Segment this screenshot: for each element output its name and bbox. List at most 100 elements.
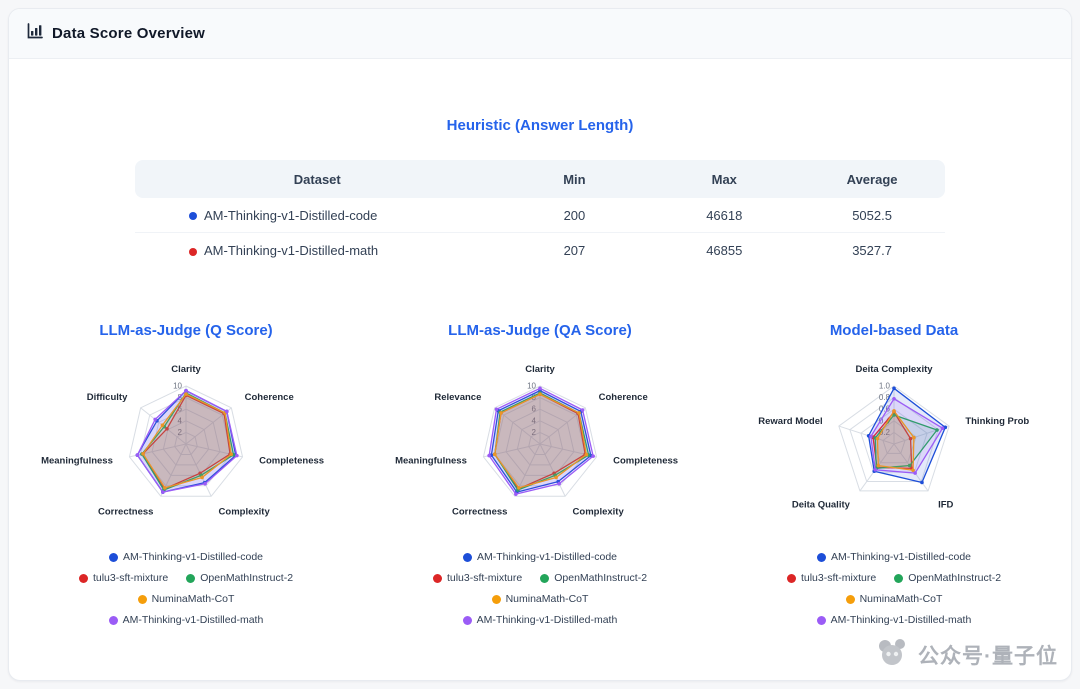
- legend-label: NuminaMath-CoT: [506, 593, 589, 605]
- table-row: AM-Thinking-v1-Distilled-math 207 46855 …: [135, 233, 945, 268]
- legend-dot: [540, 574, 549, 583]
- legend-item[interactable]: AM-Thinking-v1-Distilled-math: [463, 614, 618, 626]
- legend-label: AM-Thinking-v1-Distilled-math: [477, 614, 618, 626]
- svg-text:Coherence: Coherence: [245, 392, 294, 403]
- legend-dot: [463, 616, 472, 625]
- svg-text:Completeness: Completeness: [613, 456, 678, 467]
- legend-item[interactable]: AM-Thinking-v1-Distilled-code: [109, 551, 263, 563]
- legend-item[interactable]: OpenMathInstruct-2: [540, 572, 647, 584]
- model-based-title: Model-based Data: [830, 322, 958, 339]
- svg-text:Correctness: Correctness: [452, 507, 507, 518]
- average-value: 3527.7: [799, 233, 945, 268]
- bar-chart-icon: [27, 23, 43, 44]
- qa-score-title: LLM-as-Judge (QA Score): [448, 322, 632, 339]
- radar-q-score: 246810ClarityCoherenceCompletenessComple…: [16, 347, 356, 547]
- svg-text:Reward Model: Reward Model: [758, 416, 822, 427]
- average-value: 5052.5: [799, 198, 945, 233]
- column-header-average: Average: [799, 160, 945, 198]
- svg-text:Relevance: Relevance: [434, 392, 481, 403]
- svg-text:Completeness: Completeness: [259, 456, 324, 467]
- chart-legend: AM-Thinking-v1-Distilled-code tulu3-sft-…: [787, 551, 1001, 635]
- legend-label: OpenMathInstruct-2: [554, 572, 647, 584]
- svg-text:Meaningfulness: Meaningfulness: [41, 456, 113, 467]
- max-value: 46855: [649, 233, 799, 268]
- legend-dot: [894, 574, 903, 583]
- dataset-name: AM-Thinking-v1-Distilled-code: [204, 208, 377, 223]
- legend-dot: [817, 616, 826, 625]
- series-dot: [189, 212, 197, 220]
- svg-text:Thinking Prob: Thinking Prob: [965, 416, 1029, 427]
- svg-text:Correctness: Correctness: [98, 507, 153, 518]
- svg-text:Deita Quality: Deita Quality: [792, 500, 851, 511]
- table-row: AM-Thinking-v1-Distilled-code 200 46618 …: [135, 198, 945, 233]
- svg-text:10: 10: [173, 382, 182, 391]
- svg-text:IFD: IFD: [938, 500, 953, 511]
- svg-text:Deita Complexity: Deita Complexity: [855, 364, 933, 375]
- chart-model-based-section: Model-based Data 0.20.40.60.81.0Deita Co…: [717, 322, 1071, 635]
- legend-dot: [787, 574, 796, 583]
- svg-text:1.0: 1.0: [879, 382, 891, 391]
- legend-item[interactable]: tulu3-sft-mixture: [787, 572, 876, 584]
- legend-dot: [109, 616, 118, 625]
- svg-text:Clarity: Clarity: [171, 364, 201, 375]
- legend-item[interactable]: OpenMathInstruct-2: [894, 572, 1001, 584]
- legend-dot: [79, 574, 88, 583]
- legend-dot: [846, 595, 855, 604]
- table-header-row: Dataset Min Max Average: [135, 160, 945, 198]
- legend-item[interactable]: tulu3-sft-mixture: [79, 572, 168, 584]
- card-header: Data Score Overview: [9, 9, 1071, 59]
- series-dot: [189, 248, 197, 256]
- max-value: 46618: [649, 198, 799, 233]
- legend-label: AM-Thinking-v1-Distilled-math: [123, 614, 264, 626]
- charts-row: LLM-as-Judge (Q Score) 246810ClarityCohe…: [9, 322, 1071, 635]
- legend-dot: [433, 574, 442, 583]
- legend-label: NuminaMath-CoT: [860, 593, 943, 605]
- dataset-name: AM-Thinking-v1-Distilled-math: [204, 243, 378, 258]
- chart-legend: AM-Thinking-v1-Distilled-code tulu3-sft-…: [433, 551, 647, 635]
- radar-qa-score: 246810ClarityCoherenceCompletenessComple…: [370, 347, 710, 547]
- legend-dot: [463, 553, 472, 562]
- legend-item[interactable]: OpenMathInstruct-2: [186, 572, 293, 584]
- chart-q-score-section: LLM-as-Judge (Q Score) 246810ClarityCohe…: [9, 322, 363, 635]
- heuristic-section-title: Heuristic (Answer Length): [9, 59, 1071, 134]
- answer-length-table: Dataset Min Max Average AM-Thinking-v1-D…: [135, 160, 945, 268]
- legend-dot: [492, 595, 501, 604]
- dataset-cell: AM-Thinking-v1-Distilled-code: [135, 198, 500, 233]
- legend-item[interactable]: AM-Thinking-v1-Distilled-code: [817, 551, 971, 563]
- legend-label: AM-Thinking-v1-Distilled-code: [477, 551, 617, 563]
- legend-item[interactable]: AM-Thinking-v1-Distilled-code: [463, 551, 617, 563]
- column-header-max: Max: [649, 160, 799, 198]
- legend-label: NuminaMath-CoT: [152, 593, 235, 605]
- column-header-dataset: Dataset: [135, 160, 500, 198]
- legend-item[interactable]: AM-Thinking-v1-Distilled-math: [817, 614, 972, 626]
- chart-legend: AM-Thinking-v1-Distilled-code tulu3-sft-…: [79, 551, 293, 635]
- legend-label: tulu3-sft-mixture: [447, 572, 522, 584]
- legend-label: tulu3-sft-mixture: [801, 572, 876, 584]
- legend-item[interactable]: tulu3-sft-mixture: [433, 572, 522, 584]
- legend-label: tulu3-sft-mixture: [93, 572, 168, 584]
- svg-text:Complexity: Complexity: [573, 507, 625, 518]
- legend-item[interactable]: NuminaMath-CoT: [846, 593, 943, 605]
- data-score-card: Data Score Overview Heuristic (Answer Le…: [8, 8, 1072, 681]
- legend-label: OpenMathInstruct-2: [908, 572, 1001, 584]
- page-title: Data Score Overview: [52, 25, 205, 42]
- legend-item[interactable]: NuminaMath-CoT: [492, 593, 589, 605]
- svg-text:Complexity: Complexity: [219, 507, 271, 518]
- legend-item[interactable]: AM-Thinking-v1-Distilled-math: [109, 614, 264, 626]
- legend-item[interactable]: NuminaMath-CoT: [138, 593, 235, 605]
- svg-text:Clarity: Clarity: [525, 364, 555, 375]
- svg-text:Difficulty: Difficulty: [87, 392, 128, 403]
- svg-text:10: 10: [527, 382, 536, 391]
- chart-qa-score-section: LLM-as-Judge (QA Score) 246810ClarityCoh…: [363, 322, 717, 635]
- card-body: Heuristic (Answer Length) Dataset Min Ma…: [9, 59, 1071, 680]
- svg-text:Meaningfulness: Meaningfulness: [395, 456, 467, 467]
- legend-dot: [817, 553, 826, 562]
- legend-label: AM-Thinking-v1-Distilled-math: [831, 614, 972, 626]
- legend-label: AM-Thinking-v1-Distilled-code: [123, 551, 263, 563]
- svg-text:Coherence: Coherence: [599, 392, 648, 403]
- legend-dot: [109, 553, 118, 562]
- legend-dot: [186, 574, 195, 583]
- column-header-min: Min: [500, 160, 650, 198]
- legend-label: OpenMathInstruct-2: [200, 572, 293, 584]
- legend-dot: [138, 595, 147, 604]
